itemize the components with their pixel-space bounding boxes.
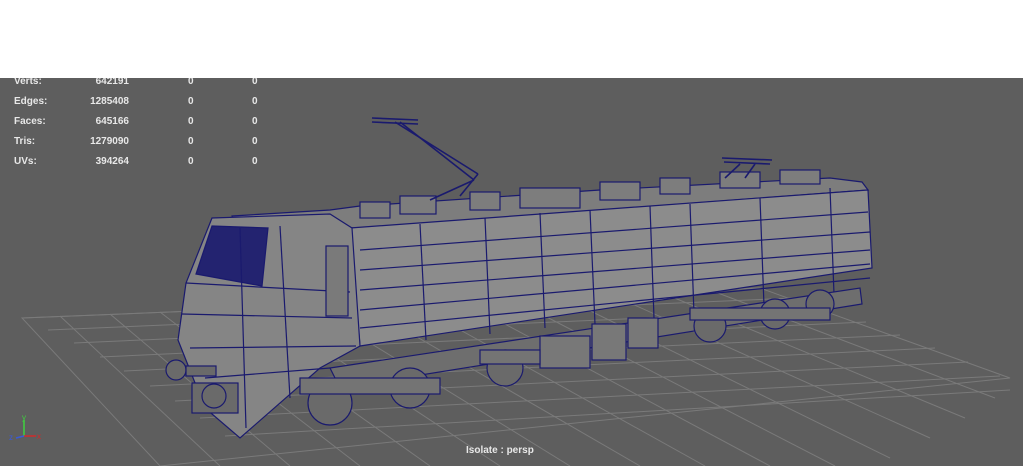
hud-selected: 0: [188, 136, 194, 147]
hud-selected: 0: [188, 96, 194, 107]
hud-extra: 0: [252, 116, 258, 127]
hud-total: 645166: [95, 116, 129, 127]
hud-row-tris: Tris: 1279090 0 0: [0, 136, 300, 150]
hud-selected: 0: [188, 156, 194, 167]
hud-total: 394264: [95, 156, 129, 167]
hud-label: UVs:: [14, 156, 37, 167]
hud-total: 642191: [95, 78, 129, 87]
axis-z-label: z: [9, 433, 13, 442]
hud-selected: 0: [188, 116, 194, 127]
hud-row-verts: Verts: 642191 0 0: [0, 78, 300, 90]
loco-door: [325, 245, 349, 317]
3d-viewport[interactable]: Verts: 642191 0 0 Edges: 1285408 0 0 Fac…: [0, 78, 1023, 466]
hud-label: Verts:: [14, 78, 42, 87]
hud-label: Faces:: [14, 116, 46, 127]
top-blank-area: [0, 0, 1023, 78]
hud-total: 1279090: [90, 136, 129, 147]
hud-extra: 0: [252, 78, 258, 87]
view-axis-gizmo: y x z: [9, 414, 41, 442]
pantograph-front: [371, 117, 479, 201]
hud-row-edges: Edges: 1285408 0 0: [0, 96, 300, 110]
hud-label: Tris:: [14, 136, 36, 147]
axis-y-label: y: [22, 414, 26, 422]
hud-extra: 0: [252, 136, 258, 147]
hud-row-faces: Faces: 645166 0 0: [0, 116, 300, 130]
axis-x-label: x: [37, 432, 41, 441]
camera-label: Isolate : persp: [466, 445, 534, 456]
hud-selected: 0: [188, 78, 194, 87]
hud-row-uvs: UVs: 394264 0 0: [0, 156, 300, 170]
hud-extra: 0: [252, 96, 258, 107]
hud-total: 1285408: [90, 96, 129, 107]
axis-z-line: [15, 435, 25, 439]
hud-extra: 0: [252, 156, 258, 167]
underframe-boxes: [539, 317, 659, 369]
hud-label: Edges:: [14, 96, 48, 107]
